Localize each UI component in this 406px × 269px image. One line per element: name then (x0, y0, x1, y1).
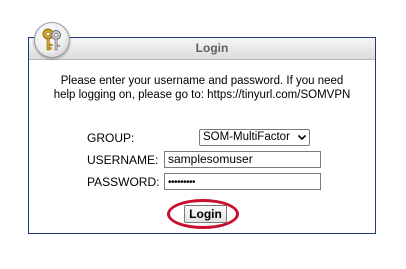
username-input[interactable]: samplesomuser (164, 151, 321, 168)
title-bar: Login (29, 38, 375, 60)
password-input[interactable]: ••••••••• (164, 173, 321, 190)
password-label: PASSWORD: (87, 175, 160, 189)
chevron-down-icon (297, 134, 307, 141)
login-button[interactable]: Login (184, 205, 227, 223)
username-value: samplesomuser (168, 152, 253, 166)
login-title: Login (195, 41, 229, 55)
group-select[interactable]: SOM-MultiFactor (199, 129, 310, 146)
instructions-line-2: help logging on, please go to: https://t… (53, 89, 351, 101)
group-select-value: SOM-MultiFactor (203, 131, 290, 143)
login-panel: Login Please enter your username and pas… (28, 37, 376, 234)
password-value: ••••••••• (168, 177, 196, 188)
group-label: GROUP: (87, 131, 135, 145)
instructions-text: Please enter your username and password.… (29, 74, 375, 102)
username-label: USERNAME: (87, 153, 159, 167)
logo-badge (34, 22, 70, 58)
keys-icon (42, 28, 61, 51)
login-button-label: Login (189, 207, 222, 221)
instructions-line-1: Please enter your username and password.… (60, 75, 344, 87)
